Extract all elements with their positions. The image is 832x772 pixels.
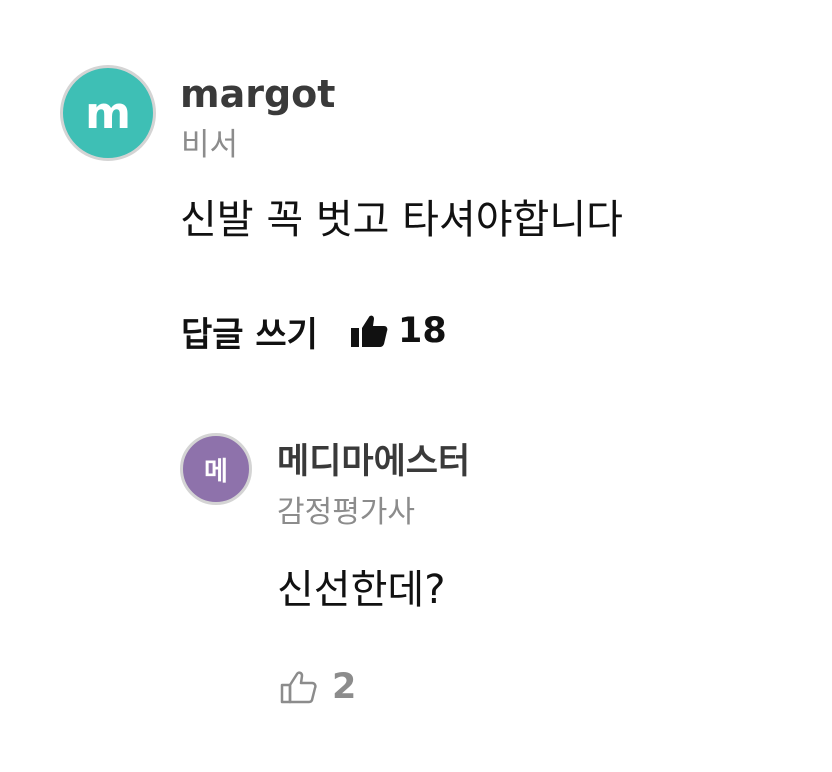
- thumbs-up-filled-icon: [350, 314, 388, 348]
- reply-actions: 2: [280, 665, 356, 709]
- comment-author-role: 비서: [181, 127, 239, 163]
- avatar-letter: 메: [204, 456, 228, 487]
- comment-actions: 답글 쓰기 18: [181, 307, 447, 356]
- like-button[interactable]: 18: [350, 311, 447, 351]
- reply-author[interactable]: 메디마에스터: [277, 439, 470, 485]
- reply-author-role: 감정평가사: [277, 495, 415, 530]
- thumbs-up-outline-icon: [280, 670, 318, 704]
- avatar[interactable]: m: [60, 65, 156, 161]
- avatar-letter: m: [85, 87, 131, 139]
- reply-text: 신선한데?: [277, 567, 446, 613]
- comment-text: 신발 꼭 벗고 타셔야합니다: [180, 197, 623, 243]
- reply-like-button[interactable]: 2: [280, 667, 356, 707]
- comment-author[interactable]: margot: [180, 70, 335, 118]
- reply-button[interactable]: 답글 쓰기: [181, 307, 318, 356]
- comment-thread: m margot 비서 신발 꼭 벗고 타셔야합니다 답글 쓰기 18 메 메디…: [0, 0, 832, 772]
- reply-avatar[interactable]: 메: [180, 433, 252, 505]
- reply-like-count: 2: [332, 667, 357, 707]
- like-count: 18: [397, 311, 447, 351]
